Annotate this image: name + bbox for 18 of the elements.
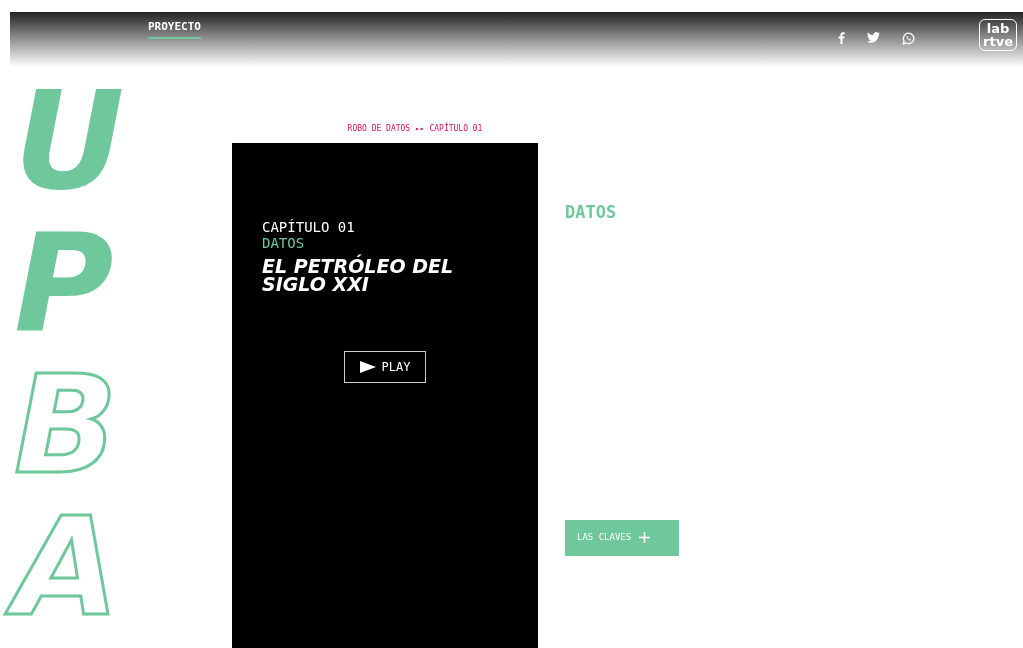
decorative-letter: A [2, 496, 136, 638]
play-button[interactable]: PLAY [343, 351, 427, 383]
nav-link[interactable]: PROYECTO [148, 19, 201, 39]
logo-text: lab [985, 22, 1011, 35]
decorative-letter: B [13, 354, 119, 496]
decorative-letter: P [13, 212, 115, 354]
chapter-section: DATOS [262, 235, 508, 251]
section-heading: DATOS [565, 201, 618, 224]
bird-icon[interactable] [867, 32, 881, 43]
breadcrumb: ROBO DE DATOS ▸▸ CAPÍTULO 01 [346, 123, 484, 135]
logo[interactable]: lab rtve [979, 19, 1017, 51]
plus-icon [639, 532, 651, 543]
chapter-number: CAPÍTULO 01 [262, 219, 356, 235]
decorative-letter: U [13, 70, 126, 212]
facebook-icon[interactable] [838, 32, 846, 44]
logo-text: rtve [983, 35, 1013, 48]
play-icon [359, 361, 376, 373]
phone-bubble-icon[interactable] [902, 32, 916, 45]
